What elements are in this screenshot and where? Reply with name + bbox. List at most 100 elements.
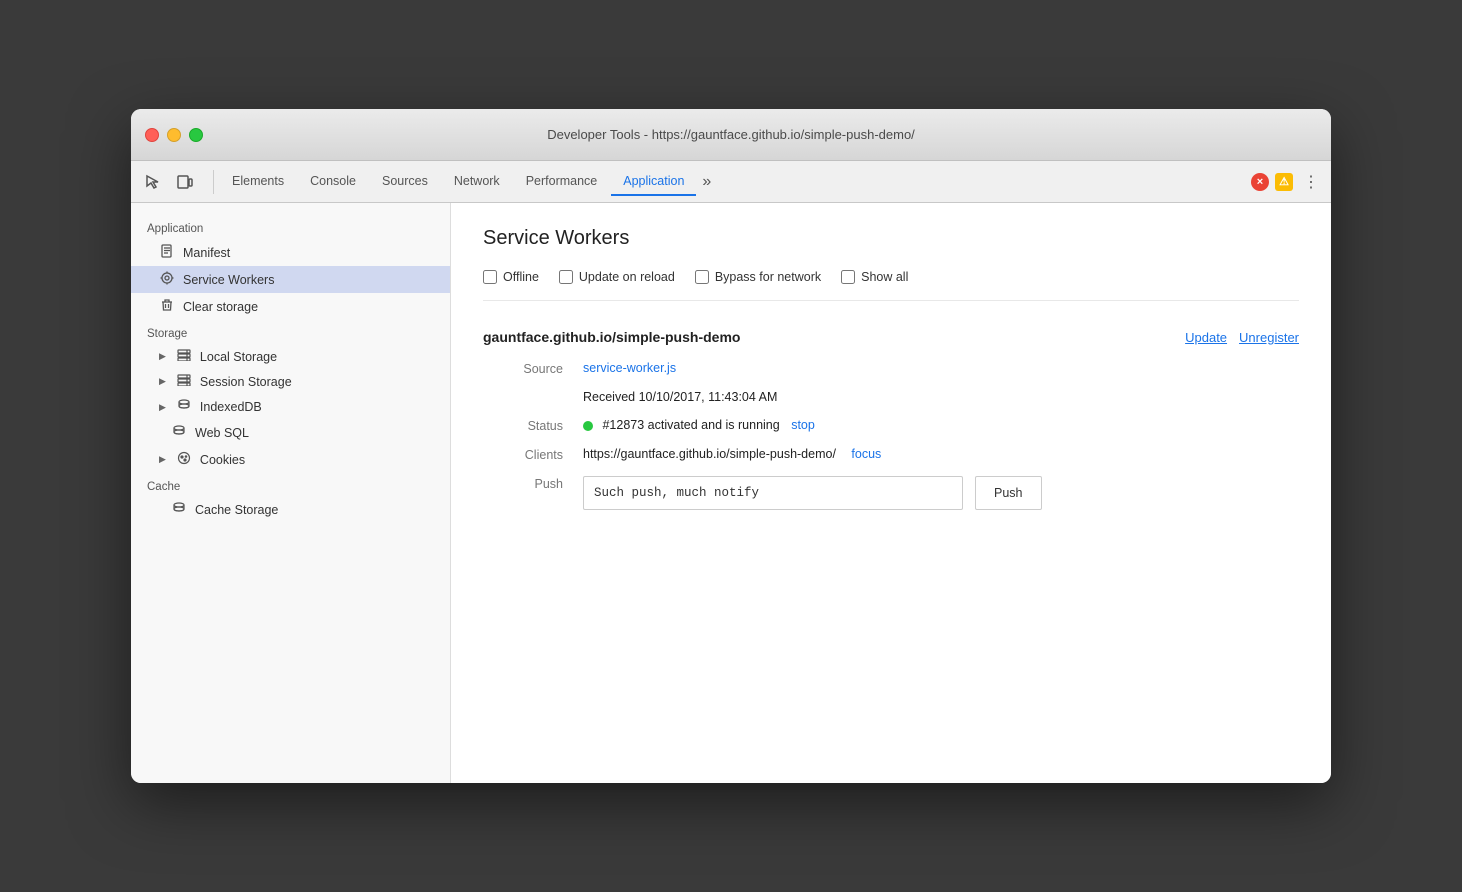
offline-label: Offline (503, 270, 539, 284)
warning-badge[interactable]: ⚠ (1275, 173, 1293, 191)
push-row: Push (583, 476, 1299, 510)
show-all-checkbox-container[interactable]: Show all (841, 270, 908, 284)
tab-console[interactable]: Console (298, 168, 368, 196)
tabs-container: Elements Console Sources Network Perform… (220, 168, 1251, 196)
sw-actions: Update Unregister (1185, 330, 1299, 345)
received-label (503, 390, 583, 404)
cursor-tool-button[interactable] (139, 168, 167, 196)
devtools-window: Developer Tools - https://gauntface.gith… (131, 109, 1331, 783)
error-badge[interactable]: × (1251, 173, 1269, 191)
tab-network[interactable]: Network (442, 168, 512, 196)
tab-sources[interactable]: Sources (370, 168, 440, 196)
stop-link[interactable]: stop (791, 418, 815, 432)
panel-title: Service Workers (483, 227, 1299, 250)
sidebar-cache-heading: Cache (131, 473, 450, 497)
sw-header: gauntface.github.io/simple-push-demo Upd… (483, 329, 1299, 345)
manifest-icon (159, 244, 175, 261)
sidebar: Application Manifest (131, 203, 451, 783)
traffic-lights (145, 128, 203, 142)
tab-performance[interactable]: Performance (514, 168, 610, 196)
service-worker-entry: gauntface.github.io/simple-push-demo Upd… (483, 329, 1299, 510)
service-workers-icon (159, 271, 175, 288)
indexeddb-expand-icon: ▶ (159, 402, 166, 413)
local-storage-label: Local Storage (200, 350, 277, 364)
update-on-reload-checkbox-container[interactable]: Update on reload (559, 270, 675, 284)
session-storage-icon (176, 374, 192, 389)
local-storage-expand-icon: ▶ (159, 351, 166, 362)
sidebar-item-web-sql[interactable]: Web SQL (131, 420, 450, 446)
sidebar-item-cookies[interactable]: ▶ Cookies (131, 446, 450, 473)
source-value: service-worker.js (583, 361, 1299, 376)
status-value: #12873 activated and is running stop (583, 418, 1299, 433)
bypass-for-network-checkbox-container[interactable]: Bypass for network (695, 270, 821, 284)
sidebar-item-clear-storage[interactable]: Clear storage (131, 293, 450, 320)
source-label: Source (503, 361, 583, 376)
device-toolbar-button[interactable] (171, 168, 199, 196)
content-area: Application Manifest (131, 203, 1331, 783)
sidebar-item-cache-storage[interactable]: Cache Storage (131, 497, 450, 523)
sw-unregister-link[interactable]: Unregister (1239, 330, 1299, 345)
tab-application[interactable]: Application (611, 168, 696, 196)
status-dot (583, 421, 593, 431)
update-on-reload-checkbox[interactable] (559, 270, 573, 284)
cache-storage-label: Cache Storage (195, 503, 278, 517)
checkboxes-row: Offline Update on reload Bypass for netw… (483, 270, 1299, 301)
show-all-checkbox[interactable] (841, 270, 855, 284)
titlebar: Developer Tools - https://gauntface.gith… (131, 109, 1331, 161)
toolbar-right: × ⚠ ⋮ (1251, 172, 1323, 192)
cookies-expand-icon: ▶ (159, 454, 166, 465)
cookies-label: Cookies (200, 453, 245, 467)
sidebar-item-service-workers[interactable]: Service Workers (131, 266, 450, 293)
offline-checkbox-container[interactable]: Offline (483, 270, 539, 284)
sw-details: Source service-worker.js Received 10/10/… (503, 361, 1299, 510)
sidebar-storage-heading: Storage (131, 320, 450, 344)
toolbar-icons (139, 168, 199, 196)
offline-checkbox[interactable] (483, 270, 497, 284)
show-all-label: Show all (861, 270, 908, 284)
tab-elements[interactable]: Elements (220, 168, 296, 196)
close-button[interactable] (145, 128, 159, 142)
update-on-reload-label: Update on reload (579, 270, 675, 284)
clear-storage-icon (159, 298, 175, 315)
focus-link[interactable]: focus (851, 447, 881, 461)
sw-origin: gauntface.github.io/simple-push-demo (483, 329, 740, 345)
received-value: Received 10/10/2017, 11:43:04 AM (583, 390, 1299, 404)
indexeddb-label: IndexedDB (200, 400, 262, 414)
clients-label: Clients (503, 447, 583, 462)
cache-storage-icon (171, 502, 187, 518)
push-input[interactable] (583, 476, 963, 510)
minimize-button[interactable] (167, 128, 181, 142)
session-storage-label: Session Storage (200, 375, 292, 389)
web-sql-icon (171, 425, 187, 441)
status-label: Status (503, 418, 583, 433)
clients-url: https://gauntface.github.io/simple-push-… (583, 447, 836, 461)
source-file-link[interactable]: service-worker.js (583, 361, 676, 375)
sidebar-item-local-storage[interactable]: ▶ Local Storage (131, 344, 450, 369)
push-button[interactable]: Push (975, 476, 1042, 510)
toolbar: Elements Console Sources Network Perform… (131, 161, 1331, 203)
bypass-for-network-label: Bypass for network (715, 270, 821, 284)
push-label: Push (503, 476, 583, 510)
cookies-icon (176, 451, 192, 468)
more-tabs-button[interactable]: » (698, 173, 715, 191)
bypass-for-network-checkbox[interactable] (695, 270, 709, 284)
indexeddb-icon (176, 399, 192, 415)
service-workers-label: Service Workers (183, 273, 274, 287)
session-storage-expand-icon: ▶ (159, 376, 166, 387)
main-panel: Service Workers Offline Update on reload… (451, 203, 1331, 783)
sidebar-item-indexeddb[interactable]: ▶ IndexedDB (131, 394, 450, 420)
maximize-button[interactable] (189, 128, 203, 142)
more-options-button[interactable]: ⋮ (1299, 172, 1323, 192)
sidebar-application-heading: Application (131, 215, 450, 239)
sw-update-link[interactable]: Update (1185, 330, 1227, 345)
sidebar-item-session-storage[interactable]: ▶ Session Storage (131, 369, 450, 394)
status-text: #12873 activated and is running (602, 418, 779, 432)
web-sql-label: Web SQL (195, 426, 249, 440)
clients-value: https://gauntface.github.io/simple-push-… (583, 447, 1299, 462)
toolbar-divider (213, 170, 214, 194)
local-storage-icon (176, 349, 192, 364)
clear-storage-label: Clear storage (183, 300, 258, 314)
window-title: Developer Tools - https://gauntface.gith… (547, 127, 915, 142)
sidebar-item-manifest[interactable]: Manifest (131, 239, 450, 266)
manifest-label: Manifest (183, 246, 230, 260)
